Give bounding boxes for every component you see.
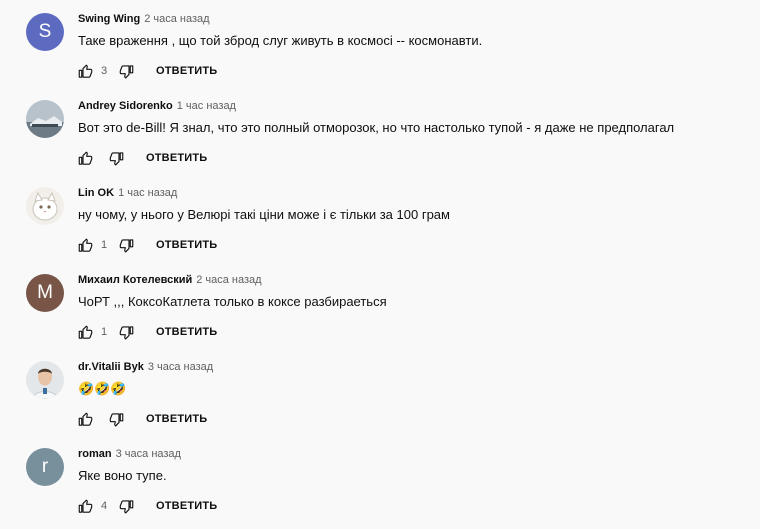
like-count: 1 xyxy=(101,326,108,338)
comment-text: Яке воно тупе. xyxy=(78,468,167,483)
thumbs-up-icon[interactable] xyxy=(78,325,93,340)
author-name[interactable]: Михаил Котелевский xyxy=(78,274,192,286)
thumbs-up-icon[interactable] xyxy=(78,412,93,427)
comment-actions: 3 ОТВЕТИТЬ xyxy=(78,62,217,80)
comment-header: dr.Vitalii Byk 3 часа назад xyxy=(78,361,213,373)
avatar[interactable] xyxy=(26,187,64,225)
thumbs-up-icon[interactable] xyxy=(78,238,93,253)
comment-header: Михаил Котелевский 2 часа назад xyxy=(78,274,262,286)
avatar[interactable] xyxy=(26,361,64,399)
like-count: 1 xyxy=(101,239,108,251)
comment-header: roman 3 часа назад xyxy=(78,448,181,460)
thumbs-down-icon[interactable] xyxy=(119,499,134,514)
comment-thread: Lin OK 1 час назад ну чому, у нього у Вел… xyxy=(0,174,760,261)
comment-time[interactable]: 2 часа назад xyxy=(144,13,209,25)
comment-text: ну чому, у нього у Велюрі такі ціни може… xyxy=(78,207,450,222)
avatar[interactable]: r xyxy=(26,448,64,486)
reply-button[interactable]: ОТВЕТИТЬ xyxy=(156,500,217,512)
comment-text: ЧоРТ ,,, КоксоКатлета только в коксе раз… xyxy=(78,294,387,309)
avatar[interactable]: M xyxy=(26,274,64,312)
comment-thread: r roman 3 часа назад Яке воно тупе. 4 ОТВ… xyxy=(0,435,760,522)
comment-header: Swing Wing 2 часа назад xyxy=(78,13,210,25)
thumbs-up-icon[interactable] xyxy=(78,64,93,79)
like-count: 4 xyxy=(101,500,108,512)
thumbs-down-icon[interactable] xyxy=(119,64,134,79)
thumbs-down-icon[interactable] xyxy=(109,151,124,166)
comment-actions: 4 ОТВЕТИТЬ xyxy=(78,497,217,515)
comment-actions: 1 ОТВЕТИТЬ xyxy=(78,323,217,341)
comment-actions: ОТВЕТИТЬ xyxy=(78,149,207,167)
comment-text: 🤣🤣🤣 xyxy=(78,381,127,396)
comment-thread: M Михаил Котелевский 2 часа назад ЧоРТ ,,… xyxy=(0,261,760,348)
reply-button[interactable]: ОТВЕТИТЬ xyxy=(156,239,217,251)
author-name[interactable]: Swing Wing xyxy=(78,13,140,25)
reply-button[interactable]: ОТВЕТИТЬ xyxy=(156,65,217,77)
author-name[interactable]: roman xyxy=(78,448,112,460)
thumbs-down-icon[interactable] xyxy=(119,325,134,340)
thumbs-up-icon[interactable] xyxy=(78,499,93,514)
comment-thread: dr.Vitalii Byk 3 часа назад 🤣🤣🤣 ОТВЕТИТЬ xyxy=(0,348,760,435)
comment-actions: 1 ОТВЕТИТЬ xyxy=(78,236,217,254)
comment-time[interactable]: 3 часа назад xyxy=(116,448,181,460)
comment-header: Andrey Sidorenko 1 час назад xyxy=(78,100,236,112)
comment-thread: Andrey Sidorenko 1 час назад Вот это de-B… xyxy=(0,87,760,174)
avatar[interactable]: S xyxy=(26,13,64,51)
thumbs-up-icon[interactable] xyxy=(78,151,93,166)
reply-button[interactable]: ОТВЕТИТЬ xyxy=(146,152,207,164)
comment-header: Lin OK 1 час назад xyxy=(78,187,177,199)
comment-thread: S Swing Wing 2 часа назад Таке враження ,… xyxy=(0,0,760,87)
comment-time[interactable]: 1 час назад xyxy=(177,100,236,112)
comment-time[interactable]: 1 час назад xyxy=(118,187,177,199)
like-count: 3 xyxy=(101,65,108,77)
comment-actions: ОТВЕТИТЬ xyxy=(78,410,207,428)
author-name[interactable]: Andrey Sidorenko xyxy=(78,100,173,112)
thumbs-down-icon[interactable] xyxy=(109,412,124,427)
comment-time[interactable]: 3 часа назад xyxy=(148,361,213,373)
comment-text: Таке враження , що той зброд слуг живуть… xyxy=(78,33,483,48)
reply-button[interactable]: ОТВЕТИТЬ xyxy=(156,326,217,338)
reply-button[interactable]: ОТВЕТИТЬ xyxy=(146,413,207,425)
author-name[interactable]: dr.Vitalii Byk xyxy=(78,361,144,373)
comment-time[interactable]: 2 часа назад xyxy=(196,274,261,286)
thumbs-down-icon[interactable] xyxy=(119,238,134,253)
comment-text: Вот это de-Bill! Я знал, что это полный … xyxy=(78,120,675,135)
author-name[interactable]: Lin OK xyxy=(78,187,114,199)
avatar[interactable] xyxy=(26,100,64,138)
